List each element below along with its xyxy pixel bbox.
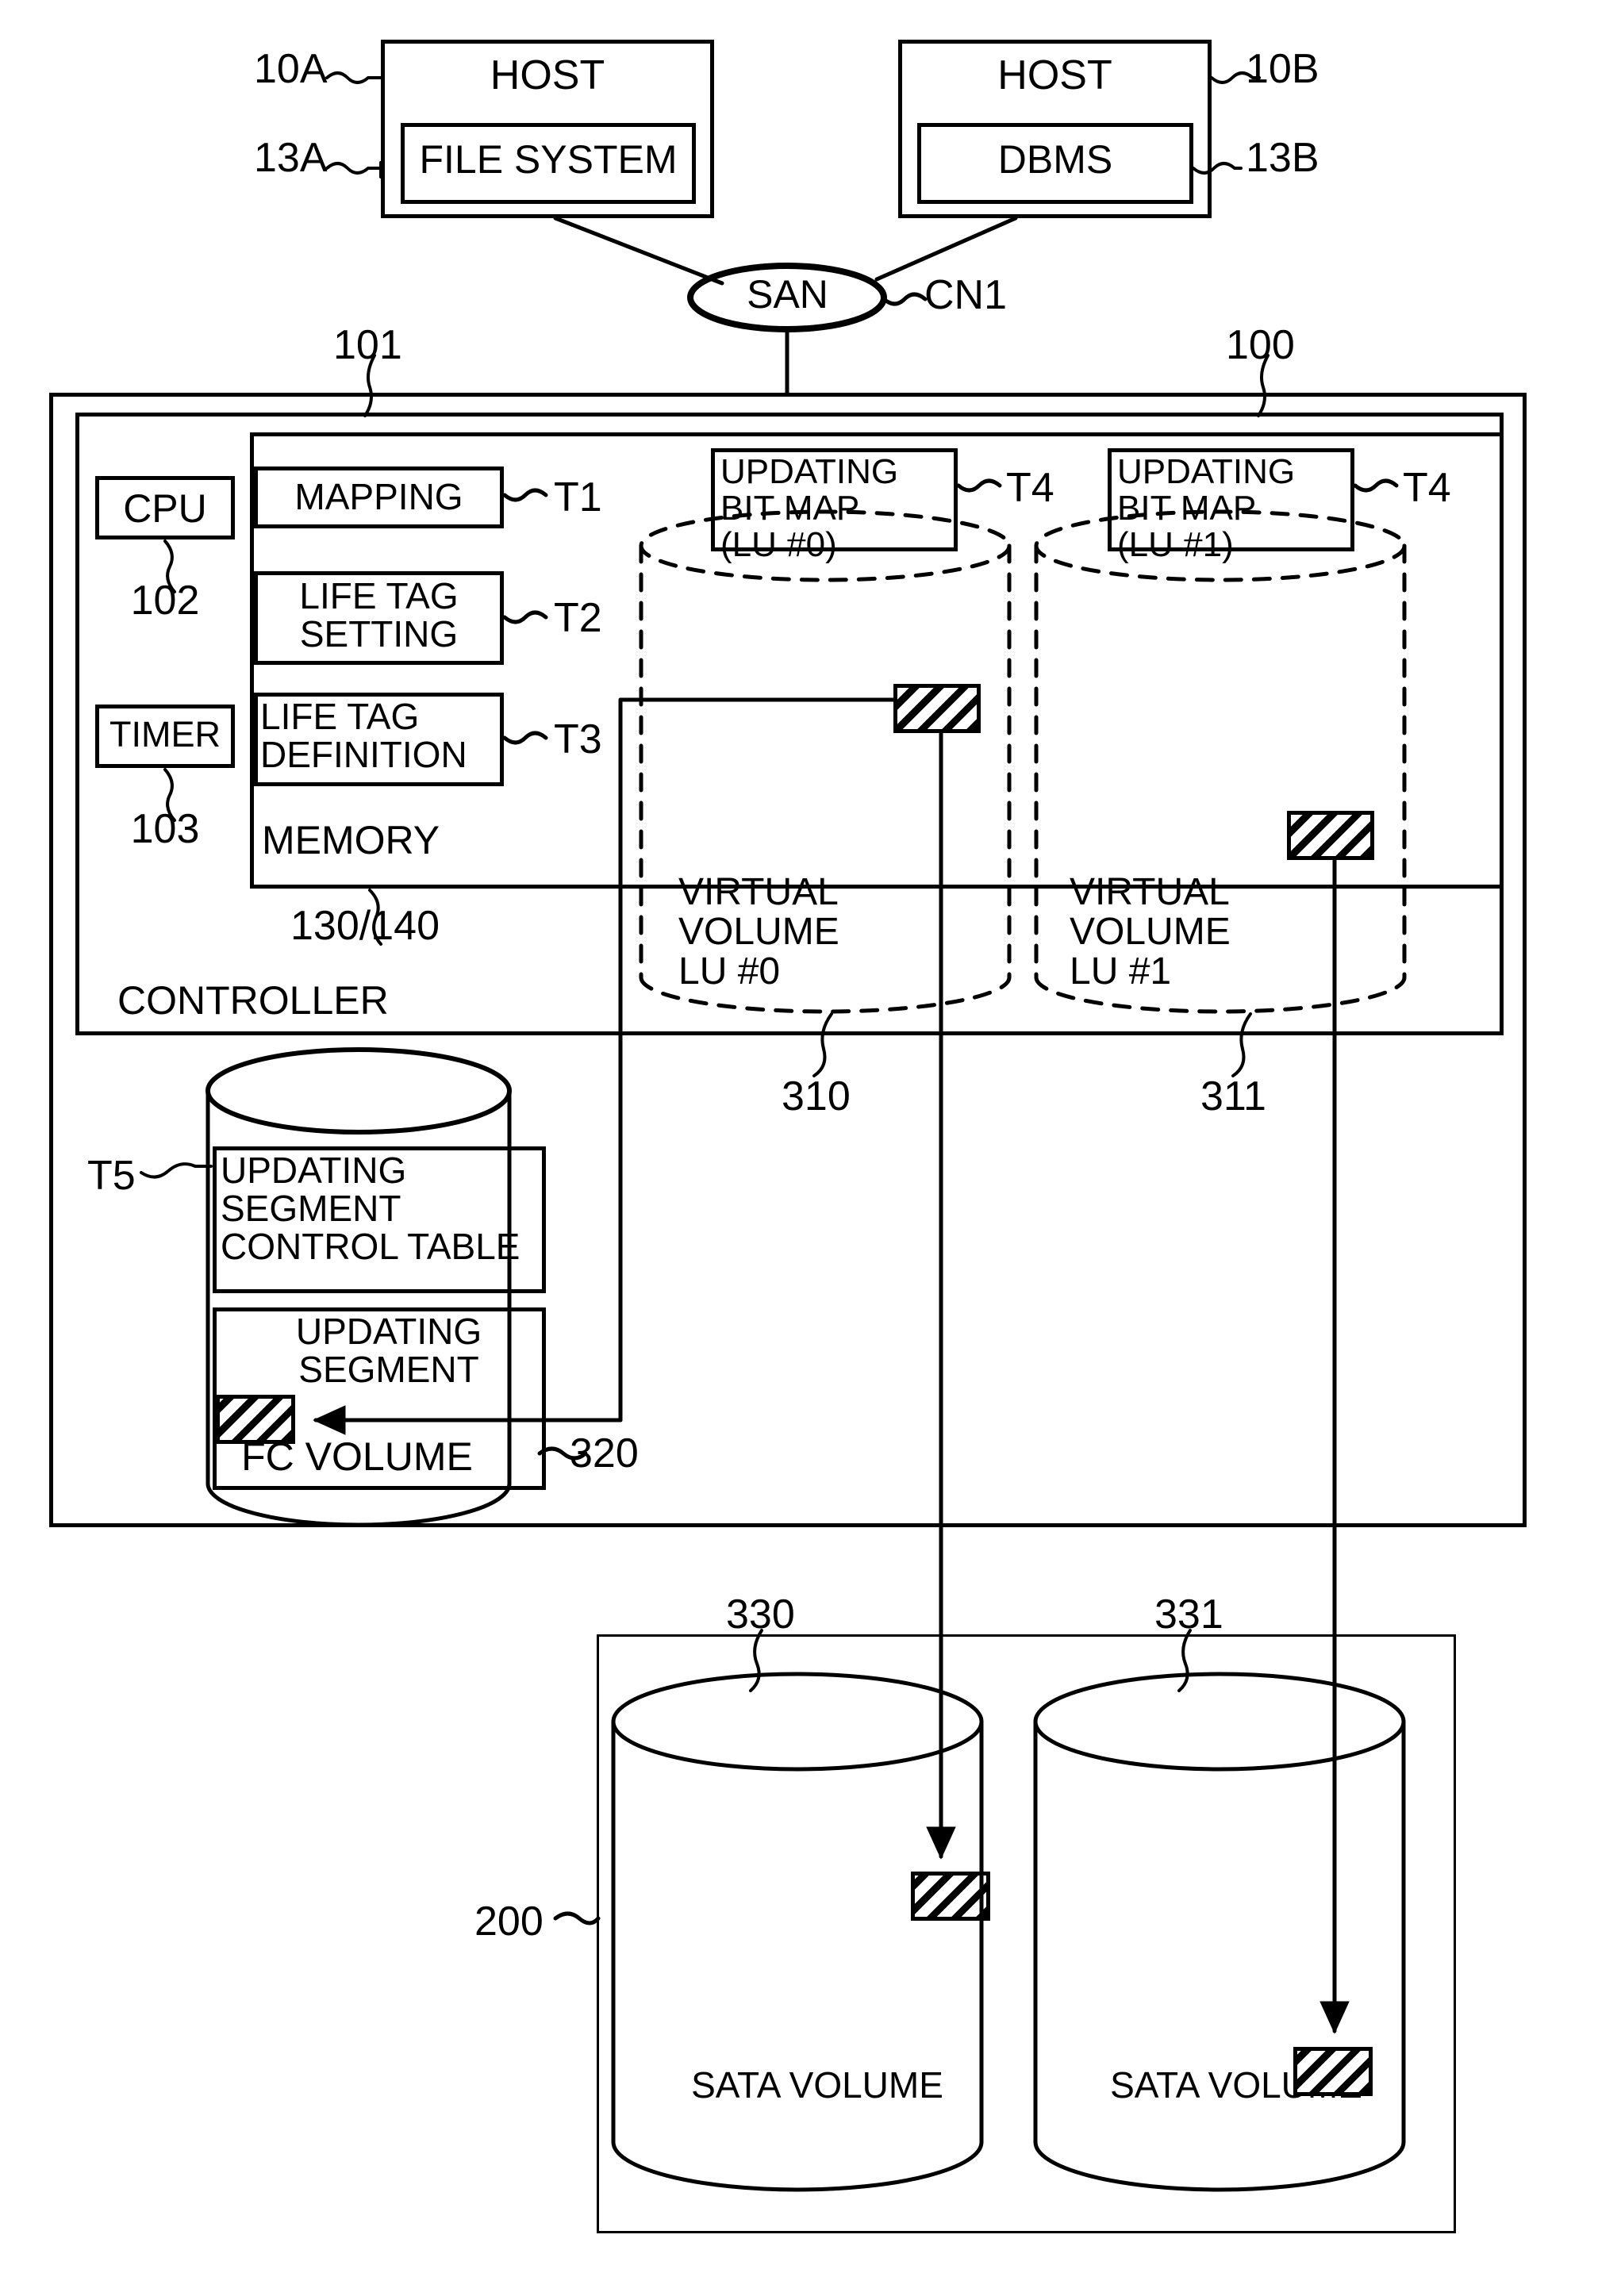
- ref-101: 101: [333, 322, 402, 368]
- updating-block-lu0: [893, 684, 981, 733]
- virtual-volume-1-label: VIRTUAL VOLUME LU #1: [1070, 871, 1231, 993]
- ref-cn1: CN1: [924, 272, 1008, 318]
- updating-bitmap-1-label: UPDATING BIT MAP (LU #1): [1117, 452, 1296, 564]
- ref-103: 103: [130, 806, 200, 852]
- virtual-volume-0-label: VIRTUAL VOLUME LU #0: [678, 871, 839, 993]
- ref-130-140: 130/140: [290, 903, 440, 949]
- ref-t1: T1: [554, 474, 602, 520]
- ref-t4-lu0: T4: [1006, 465, 1054, 511]
- timer-label: TIMER: [109, 714, 221, 754]
- ref-t4-lu1: T4: [1403, 465, 1451, 511]
- ref-331: 331: [1154, 1591, 1223, 1638]
- ref-311: 311: [1200, 1073, 1266, 1119]
- patent-figure-canvas: HOST FILE SYSTEM 10A 13A HOST DBMS 10B 1…: [0, 0, 1621, 2296]
- ref-t3: T3: [554, 716, 602, 762]
- sata-block-1: [1293, 2047, 1373, 2096]
- updating-segment-label: UPDATING SEGMENT: [295, 1311, 482, 1390]
- sata-block-0: [911, 1872, 990, 1921]
- life-tag-setting-label: LIFE TAG SETTING: [299, 575, 459, 655]
- mapping-table-label: MAPPING: [294, 476, 463, 517]
- cpu-label: CPU: [123, 486, 207, 531]
- updating-segment-block: [216, 1395, 295, 1444]
- sata-volume-0-label: SATA VOLUME: [691, 2064, 943, 2106]
- host-10b-title: HOST: [997, 52, 1112, 98]
- ref-t2: T2: [554, 595, 602, 641]
- memory-label: MEMORY: [262, 818, 440, 862]
- ref-13a: 13A: [254, 135, 328, 181]
- ref-330: 330: [726, 1591, 795, 1638]
- disk-enclosure-box-200: [597, 1634, 1456, 2233]
- ref-100: 100: [1226, 322, 1295, 368]
- san-label: SAN: [747, 272, 828, 317]
- file-system-label: FILE SYSTEM: [419, 137, 678, 182]
- updating-block-lu1: [1287, 811, 1374, 860]
- dbms-label: DBMS: [997, 137, 1113, 182]
- life-tag-definition-label: LIFE TAG DEFINITION: [260, 696, 467, 775]
- ref-320: 320: [570, 1430, 639, 1476]
- ref-310: 310: [782, 1073, 851, 1119]
- ref-t5: T5: [87, 1153, 136, 1199]
- host-10a-title: HOST: [490, 52, 605, 98]
- ref-13b: 13B: [1246, 135, 1319, 181]
- controller-label: CONTROLLER: [117, 978, 389, 1023]
- ref-10a: 10A: [254, 46, 328, 92]
- updating-segment-control-table-label: UPDATING SEGMENT CONTROL TABLE: [221, 1150, 520, 1267]
- updating-bitmap-0-label: UPDATING BIT MAP (LU #0): [720, 452, 899, 564]
- ref-10b: 10B: [1246, 46, 1319, 92]
- ref-200: 200: [474, 1899, 544, 1945]
- ref-102: 102: [130, 578, 200, 624]
